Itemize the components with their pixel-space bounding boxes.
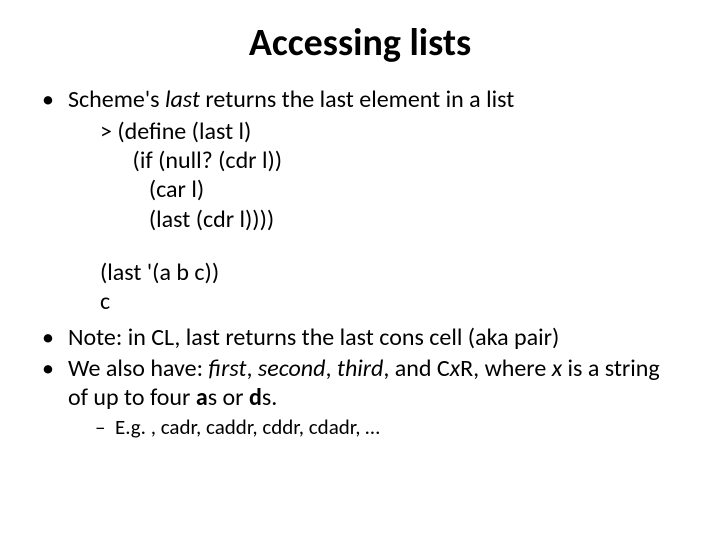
b1-post: returns the last element in a list — [200, 85, 514, 114]
slide-body: • Scheme's last returns the last element… — [40, 86, 680, 440]
bullet-2: • Note: in CL, last returns the last con… — [40, 324, 680, 353]
b3-first: first — [208, 354, 246, 383]
bullet-dot: • — [40, 324, 68, 353]
code-block: > (define (last l) (if (null? (cdr l)) (… — [40, 117, 680, 317]
bullet-3-text: We also have: first, second, third, and … — [68, 355, 680, 413]
bullet-1: • Scheme's last returns the last element… — [40, 86, 680, 115]
b3-a: We also have: — [68, 354, 208, 383]
code-line-6: c — [100, 287, 680, 316]
code-line-4: (last (cdr l)))) — [100, 205, 680, 234]
code-line-2: (if (null? (cdr l)) — [100, 146, 680, 175]
bullet-1-text: Scheme's last returns the last element i… — [68, 86, 680, 115]
code-line-5: (last '(a b c)) — [100, 258, 680, 287]
b3-c3: , and C — [383, 354, 449, 383]
b3-g: s. — [262, 383, 277, 412]
code-spacer — [100, 234, 680, 258]
b1-pre: Scheme's — [68, 85, 165, 114]
code-line-3: (car l) — [100, 175, 680, 204]
sub-dash: – — [95, 415, 115, 440]
b3-f: s or — [208, 383, 249, 412]
bullet-dot: • — [40, 355, 68, 413]
bullet-dot: • — [40, 86, 68, 115]
code-line-1: > (define (last l) — [100, 117, 680, 146]
b3-x: x — [450, 354, 460, 383]
b1-ital: last — [165, 85, 200, 114]
b3-c2: , — [325, 354, 336, 383]
b3-second: second — [258, 354, 326, 383]
b3-d1: d — [249, 383, 262, 412]
b3-third: third — [337, 354, 383, 383]
bullet-3: • We also have: first, second, third, an… — [40, 355, 680, 413]
b3-x2: x — [552, 354, 562, 383]
b3-a1: a — [196, 383, 208, 412]
slide-title: Accessing lists — [40, 20, 680, 66]
b3-d: R, where — [460, 354, 552, 383]
sub-text: E.g. , cadr, caddr, cddr, cdadr, … — [115, 415, 380, 440]
b3-c1: , — [246, 354, 257, 383]
sub-bullet-1: – E.g. , cadr, caddr, cddr, cdadr, … — [40, 415, 680, 440]
bullet-2-text: Note: in CL, last returns the last cons … — [68, 324, 680, 353]
